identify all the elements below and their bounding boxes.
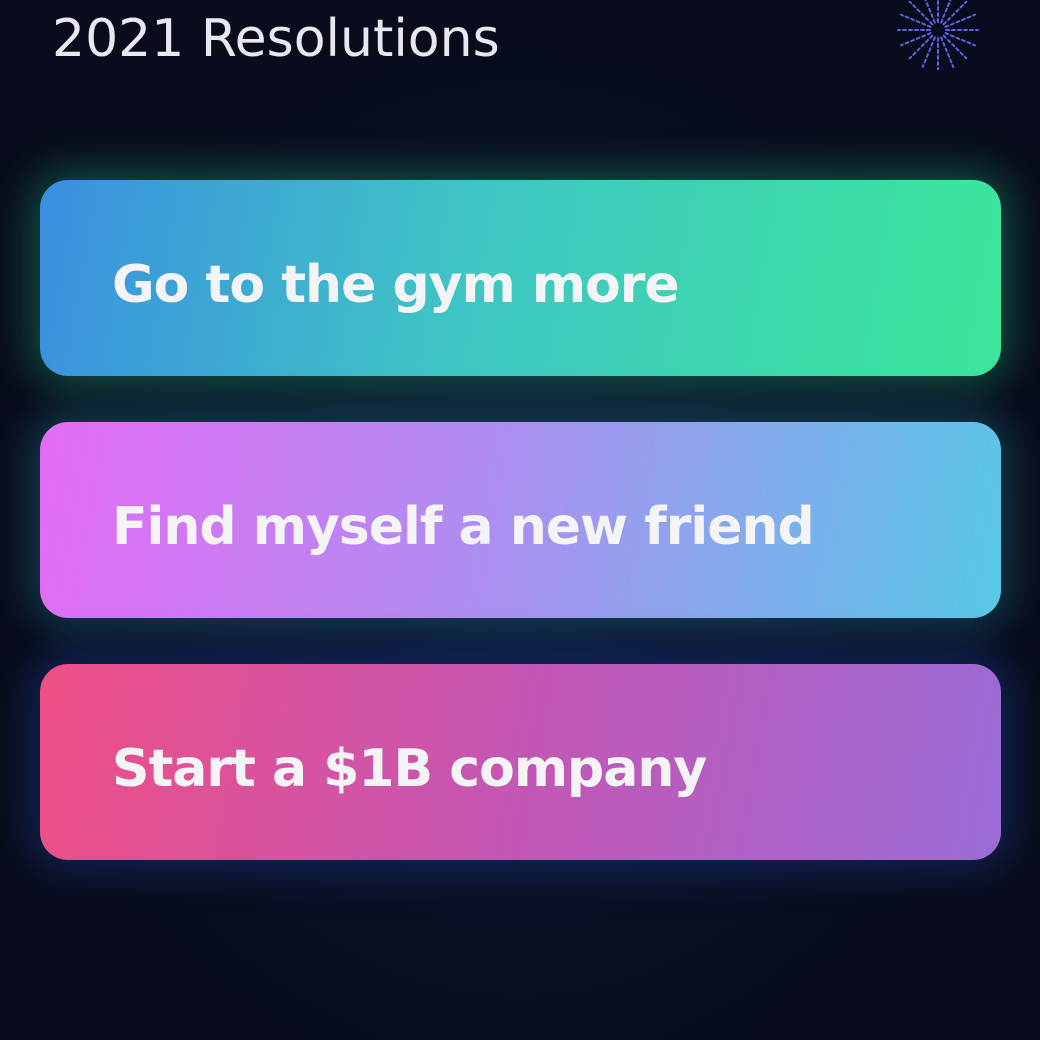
resolution-card-friend[interactable]: Find myself a new friend (40, 422, 1001, 618)
firework-ray (942, 0, 968, 26)
page-title: 2021 Resolutions (52, 9, 500, 69)
firework-ray (900, 13, 932, 28)
resolution-label: Start a $1B company (112, 739, 707, 799)
resolution-label: Find myself a new friend (112, 497, 815, 557)
firework-ray (900, 32, 932, 47)
app-screen: 2021 Resolutions Go to the gym more Find… (0, 0, 1040, 1040)
resolution-label: Go to the gym more (112, 255, 680, 315)
firework-ray (908, 0, 934, 26)
firework-ray (940, 0, 952, 24)
resolution-card-company[interactable]: Start a $1B company (40, 664, 1001, 860)
firework-ray (940, 36, 955, 68)
firework-ray (921, 36, 936, 68)
firework-icon (897, 0, 979, 70)
firework-ray (908, 34, 934, 60)
firework-ray (924, 0, 936, 24)
firework-ray (944, 13, 976, 28)
resolution-card-gym[interactable]: Go to the gym more (40, 180, 1001, 376)
firework-ray (942, 34, 968, 60)
firework-ray (944, 32, 976, 47)
